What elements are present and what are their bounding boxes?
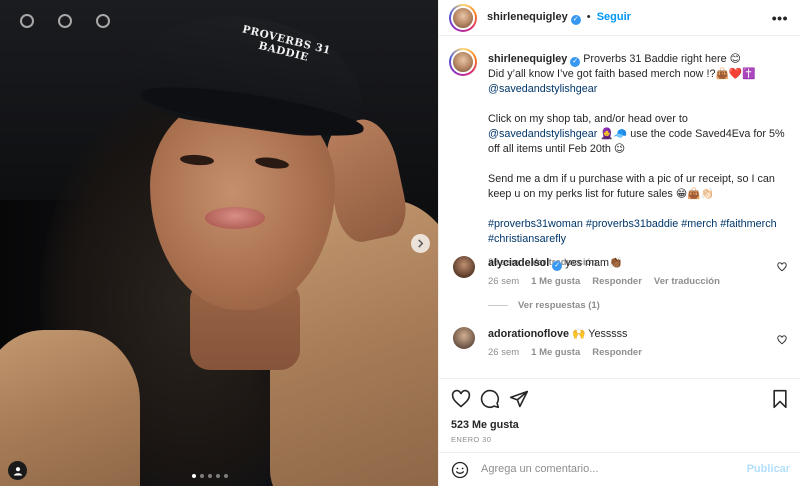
emoji-button[interactable] [451, 461, 469, 479]
comment-avatar[interactable] [453, 256, 475, 278]
curtain-ring [58, 14, 72, 28]
separator-dot: • [586, 11, 591, 23]
comment-button[interactable] [480, 389, 500, 409]
bookmark-icon [773, 389, 787, 409]
comment-username[interactable]: alyciadelsol [488, 257, 549, 269]
caption-para3: Send me a dm if u purchase with a pic of… [488, 173, 775, 200]
caption-para2-pre: Click on my shop tab, and/or head over t… [488, 113, 688, 125]
curtain-ring [96, 14, 110, 28]
heart-icon [777, 335, 787, 345]
mention-link[interactable]: @savedandstylishgear [488, 128, 597, 140]
post-caption: shirlenequigley ✓ Proverbs 31 Baddie righ… [488, 52, 788, 270]
comment-likes[interactable]: 1 Me gusta [531, 347, 580, 358]
like-button[interactable] [451, 389, 471, 409]
comment-text: yes mam👏🏾 [565, 257, 623, 269]
heart-icon [451, 389, 471, 408]
hashtags[interactable]: #proverbs31woman #proverbs31baddie #merc… [488, 218, 777, 230]
comment-time[interactable]: 26 sem [488, 347, 519, 358]
comment-input[interactable]: Agrega un comentario... [481, 463, 598, 475]
likes-count[interactable]: 523 Me gusta [451, 419, 519, 431]
verified-icon: ✓ [552, 261, 563, 271]
caption-avatar[interactable] [449, 48, 477, 76]
post-date[interactable]: ENERO 30 [451, 435, 491, 444]
carousel-dot [192, 474, 196, 478]
carousel-indicator [192, 474, 228, 478]
post-actions: 523 Me gusta ENERO 30 [439, 378, 800, 450]
follow-button[interactable]: Seguir [597, 11, 631, 23]
comment-username[interactable]: adorationoflove [488, 328, 569, 340]
view-replies-button[interactable]: Ver respuestas (1) [488, 300, 600, 311]
avatar[interactable] [449, 4, 477, 32]
header-username[interactable]: shirlenequigley [487, 11, 568, 23]
curtain-ring [20, 14, 34, 28]
photo-lips [205, 207, 265, 229]
save-button[interactable] [770, 389, 790, 409]
carousel-dot [200, 474, 204, 478]
caption-line2: Did y’all know I’ve got faith based merc… [488, 68, 756, 80]
carousel-dot [224, 474, 228, 478]
reply-button[interactable]: Responder [592, 347, 642, 358]
verified-icon: ✓ [570, 15, 581, 25]
comment-item: alyciadelsol ✓ yes mam👏🏾 26 sem 1 Me gust… [453, 252, 793, 292]
reply-button[interactable]: Responder [592, 276, 642, 287]
comment-avatar[interactable] [453, 327, 475, 349]
tagged-users-button[interactable] [8, 461, 27, 480]
post-header: shirlenequigley ✓ • Seguir ••• [439, 0, 800, 36]
comment-likes[interactable]: 1 Me gusta [531, 276, 580, 287]
view-replies-label: Ver respuestas (1) [518, 300, 600, 311]
chevron-right-icon [418, 239, 424, 248]
carousel-dot [208, 474, 212, 478]
comment-text: 🙌 Yesssss [571, 328, 628, 340]
hashtag[interactable]: #christiansarefly [488, 233, 566, 245]
post-media[interactable]: PROVERBS 31 BADDIE [0, 0, 438, 486]
publish-button[interactable]: Publicar [747, 463, 790, 475]
mention-link[interactable]: @savedandstylishgear [488, 83, 597, 95]
user-icon [13, 466, 22, 475]
translate-link[interactable]: Ver traducción [654, 276, 720, 287]
carousel-next-button[interactable] [411, 234, 430, 253]
verified-icon: ✓ [570, 57, 581, 67]
caption-line1: Proverbs 31 Baddie right here 😊 [583, 53, 741, 65]
add-comment-bar: Agrega un comentario... Publicar [439, 452, 800, 486]
caption-username[interactable]: shirlenequigley [488, 53, 567, 65]
post-panel: shirlenequigley ✓ • Seguir ••• shirlenequ… [438, 0, 800, 486]
emoji-icon [451, 461, 469, 479]
comment-like-button[interactable] [777, 335, 787, 345]
more-options-icon[interactable]: ••• [772, 10, 788, 26]
comment-like-button[interactable] [777, 262, 787, 272]
comment-icon [480, 389, 500, 409]
comment-item: adorationoflove 🙌 Yesssss 26 sem 1 Me gu… [453, 323, 793, 363]
carousel-dot [216, 474, 220, 478]
heart-icon [777, 262, 787, 272]
replies-line [488, 305, 508, 306]
share-button[interactable] [509, 389, 529, 409]
comment-time[interactable]: 26 sem [488, 276, 519, 287]
send-icon [509, 390, 529, 408]
